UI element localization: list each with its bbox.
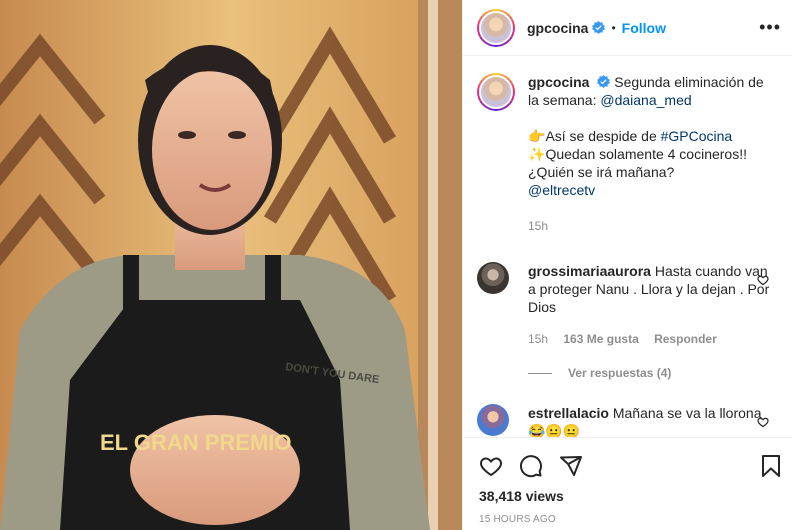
comment-avatar[interactable] [477, 404, 509, 436]
comment-username[interactable]: grossimariaaurora [528, 263, 651, 279]
view-count[interactable]: 38,418 views [479, 488, 564, 504]
mention-link[interactable]: @daiana_med [600, 92, 691, 108]
video-frame[interactable]: EL GRAN PREMIO DON'T YOU DARE [0, 0, 462, 530]
save-bookmark-icon[interactable] [759, 454, 783, 478]
comment-time[interactable]: 15h [528, 332, 548, 346]
comments-list[interactable]: gpcocina Segunda eliminación de la seman… [463, 57, 792, 437]
hashtag-link[interactable]: #GPCocina [661, 128, 733, 144]
sparkles-emoji-icon: ✨ [528, 146, 546, 162]
header-username[interactable]: gpcocina [527, 20, 588, 36]
caption-line-4: ¿Quién se irá mañana? [528, 164, 675, 180]
comment-username[interactable]: estrellalacio [528, 405, 609, 421]
view-replies-button[interactable]: Ver respuestas (4) [528, 366, 671, 380]
like-comment-heart-icon[interactable] [757, 274, 769, 286]
video-still: EL GRAN PREMIO DON'T YOU DARE [0, 0, 462, 530]
pointing-emoji-icon: 👉 [528, 128, 546, 144]
verified-badge-icon [597, 75, 611, 88]
like-comment-heart-icon[interactable] [757, 416, 769, 428]
comment-avatar[interactable] [477, 262, 509, 294]
caption-avatar[interactable] [477, 73, 515, 111]
verified-badge-icon [592, 21, 606, 34]
share-paper-plane-icon[interactable] [559, 454, 583, 478]
follow-button[interactable]: Follow [622, 20, 666, 36]
like-heart-icon[interactable] [479, 454, 503, 478]
comment-bubble-icon[interactable] [519, 454, 543, 478]
post-panel: gpcocina • Follow ••• gpcocina Segunda e… [462, 0, 792, 530]
caption-username[interactable]: gpcocina [528, 74, 589, 90]
caption-text: gpcocina Segunda eliminación de la seman… [528, 73, 777, 235]
post-timestamp: 15 HOURS AGO [479, 514, 556, 525]
post-actions: 38,418 views 15 HOURS AGO [463, 437, 792, 530]
post-header: gpcocina • Follow ••• [463, 0, 792, 56]
profile-avatar[interactable] [477, 8, 515, 47]
caption-line-2: Así se despide de [545, 128, 661, 144]
comment-likes[interactable]: 163 Me gusta [563, 332, 638, 346]
more-options-icon[interactable]: ••• [759, 18, 781, 36]
caption-line-3: Quedan solamente 4 cocineros!! [545, 146, 748, 162]
view-replies-label: Ver respuestas (4) [568, 366, 672, 380]
apron-text: EL GRAN PREMIO [100, 430, 292, 455]
caption-time[interactable]: 15h [528, 219, 548, 233]
mention-link-2[interactable]: @eltrecetv [528, 181, 777, 199]
reply-button[interactable]: Responder [654, 332, 717, 346]
separator-dot: • [611, 20, 616, 35]
